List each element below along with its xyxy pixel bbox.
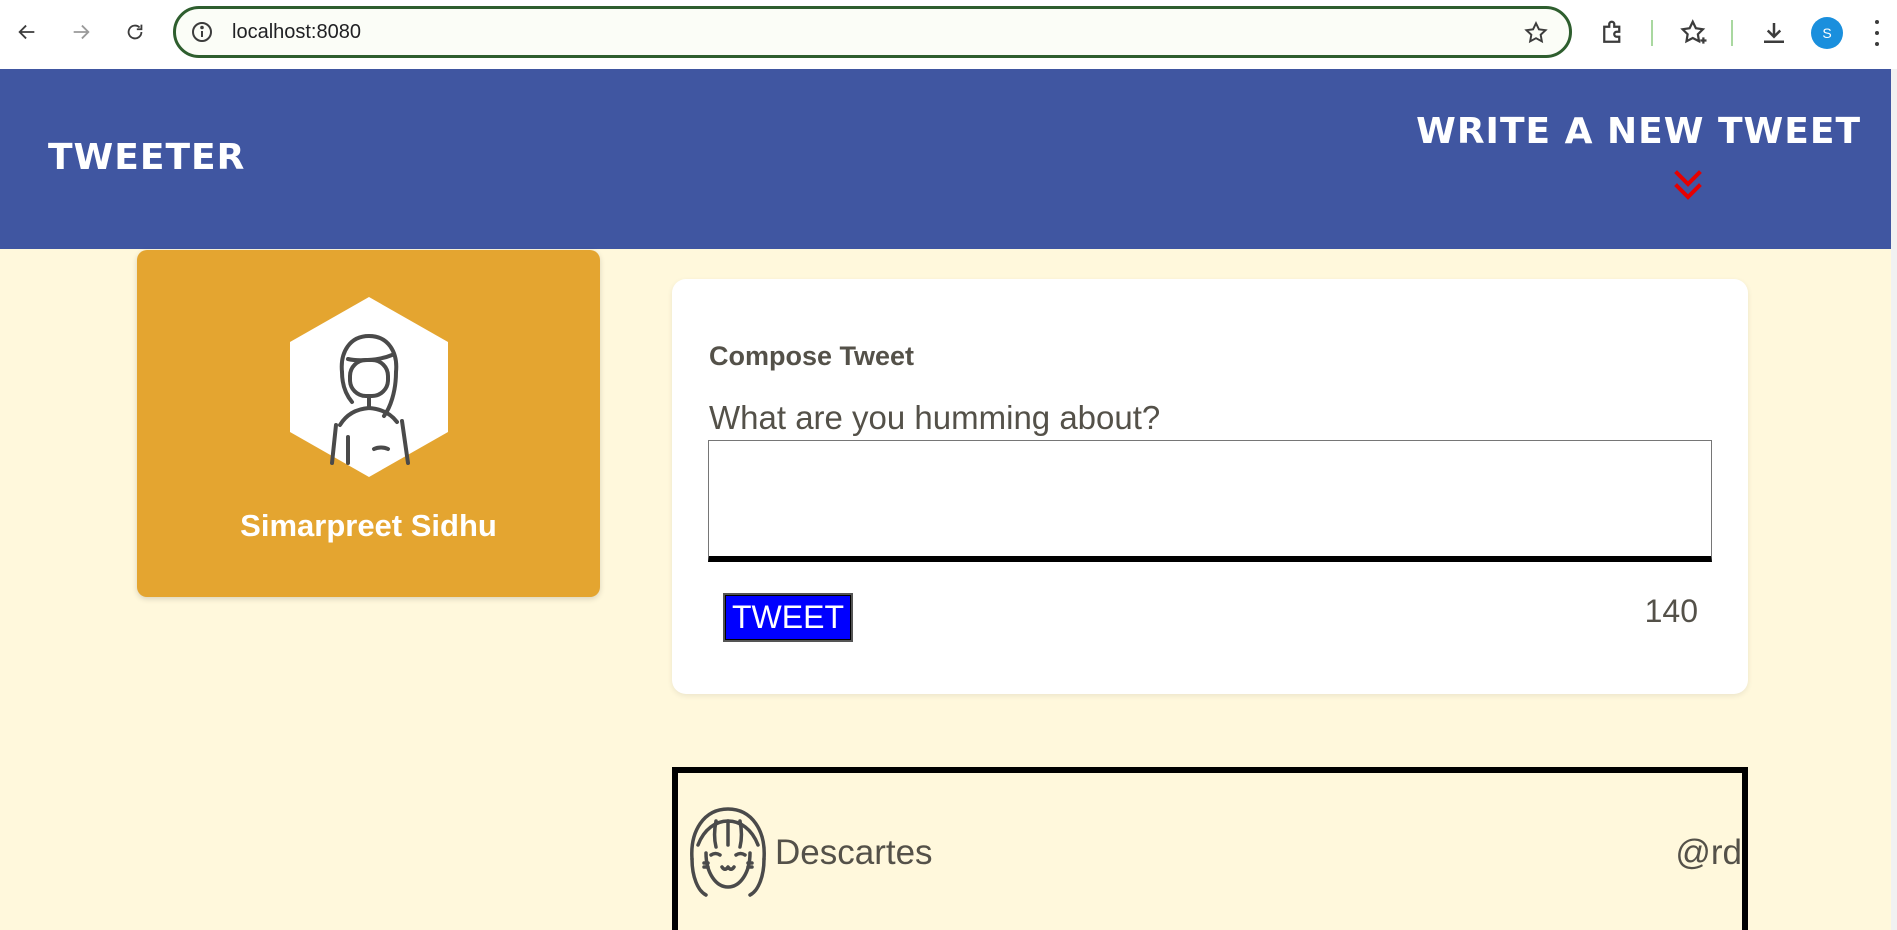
toolbar-separator bbox=[1731, 20, 1733, 46]
back-icon[interactable] bbox=[9, 14, 45, 50]
tweet-textarea[interactable] bbox=[708, 440, 1712, 562]
download-icon[interactable] bbox=[1759, 18, 1789, 48]
bookmark-star-icon[interactable] bbox=[1523, 20, 1549, 46]
browser-toolbar: localhost:8080 S bbox=[0, 0, 1897, 69]
menu-icon[interactable] bbox=[1872, 20, 1882, 46]
tweet-author-handle: @rd bbox=[1675, 833, 1742, 872]
extensions-icon[interactable] bbox=[1598, 18, 1628, 48]
tweet-submit-button[interactable]: TWEET bbox=[723, 593, 853, 642]
toolbar-separator bbox=[1651, 20, 1653, 46]
character-counter: 140 bbox=[1644, 593, 1698, 629]
address-bar[interactable]: localhost:8080 bbox=[173, 6, 1572, 58]
brand-logo[interactable]: TWEETER bbox=[48, 137, 245, 178]
write-new-tweet-link[interactable]: WRITE A NEW TWEET bbox=[1416, 111, 1861, 152]
url-text[interactable]: localhost:8080 bbox=[232, 21, 361, 44]
page-scrollbar[interactable] bbox=[1891, 69, 1897, 930]
site-header: TWEETER WRITE A NEW TWEET bbox=[0, 69, 1891, 249]
info-icon[interactable] bbox=[190, 20, 214, 44]
tweet-article: Descartes @rd bbox=[672, 767, 1748, 930]
reload-icon[interactable] bbox=[117, 14, 153, 50]
profile-avatar[interactable]: S bbox=[1811, 17, 1843, 49]
chevron-double-down-icon[interactable] bbox=[1673, 169, 1703, 203]
user-avatar-icon bbox=[290, 297, 448, 477]
compose-tweet-card: Compose Tweet What are you humming about… bbox=[672, 279, 1748, 694]
tweet-avatar-icon bbox=[690, 807, 766, 897]
forward-icon[interactable] bbox=[63, 14, 99, 50]
profile-name: Simarpreet Sidhu bbox=[240, 508, 497, 543]
compose-title: Compose Tweet bbox=[709, 341, 915, 371]
tweet-author-name: Descartes bbox=[775, 833, 933, 872]
favorites-icon[interactable] bbox=[1679, 18, 1709, 48]
profile-card: Simarpreet Sidhu bbox=[137, 250, 600, 597]
compose-label: What are you humming about? bbox=[709, 399, 1161, 436]
